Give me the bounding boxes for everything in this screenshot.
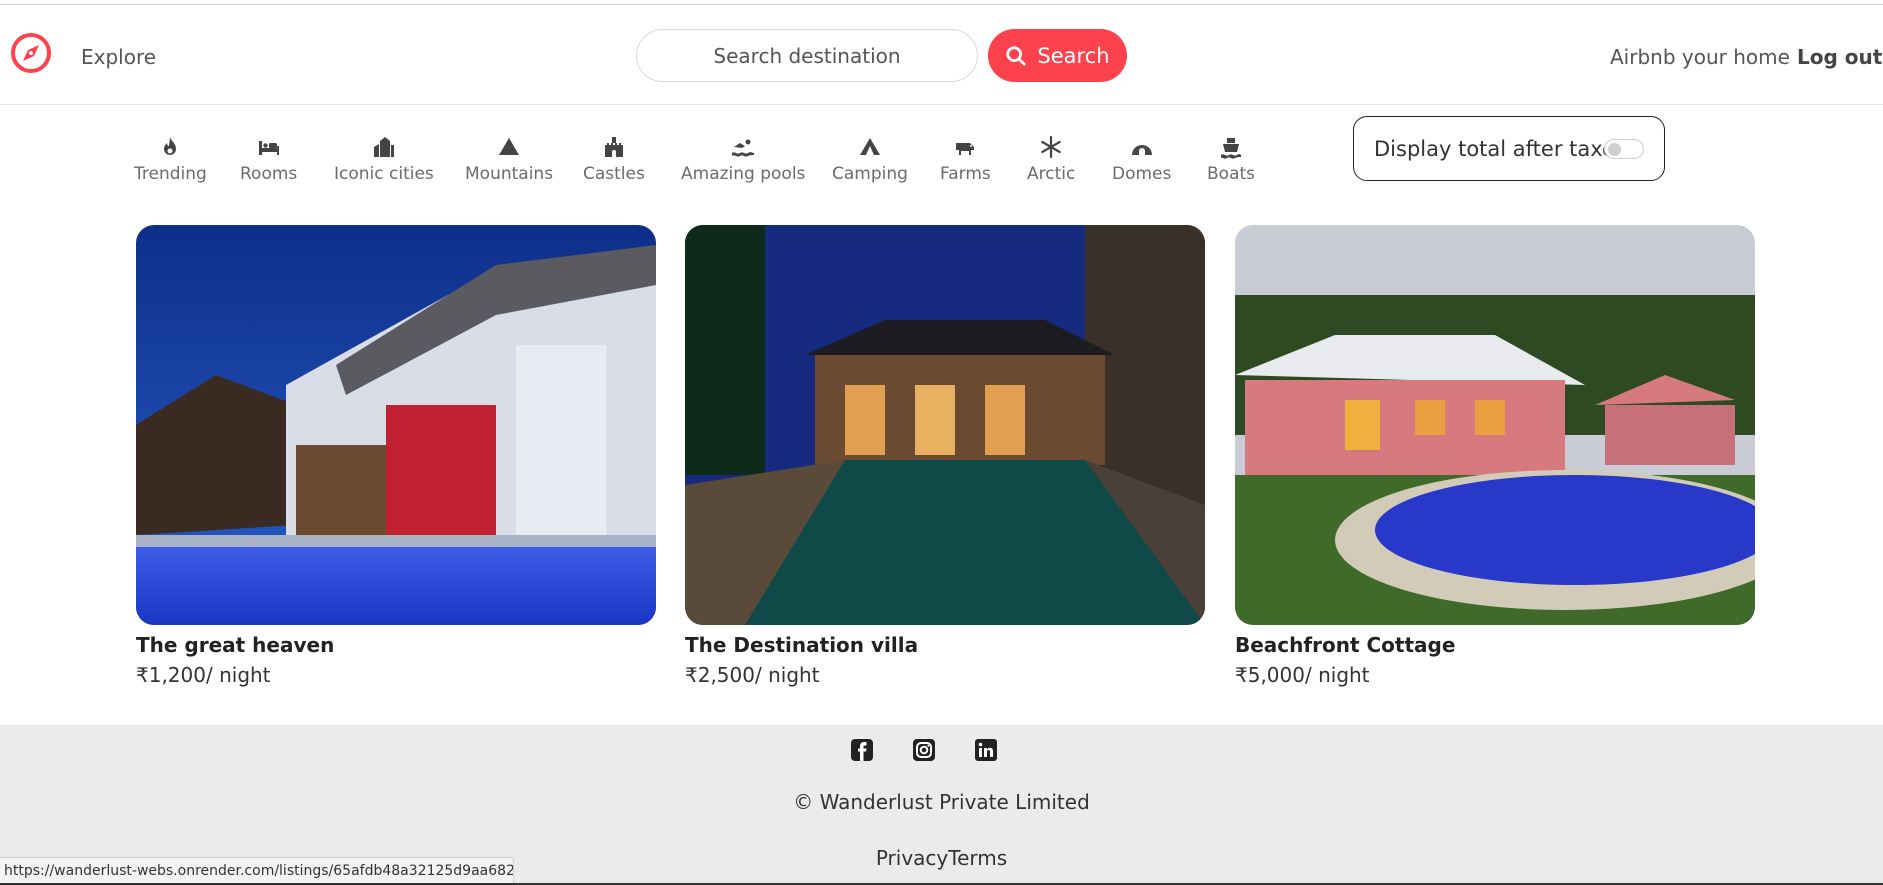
filter-label: Arctic	[1027, 164, 1076, 184]
listing-price: ₹1,200/ night	[136, 663, 656, 687]
status-bar-url: https://wanderlust-webs.onrender.com/lis…	[0, 857, 514, 885]
search-icon	[1006, 45, 1027, 66]
filter-label: Castles	[583, 164, 645, 184]
social-links	[850, 738, 998, 762]
copyright: © Wanderlust Private Limited	[793, 790, 1090, 814]
filter-camping[interactable]: Camping	[832, 134, 908, 184]
castle-icon	[601, 134, 627, 160]
logout-link[interactable]: Log out	[1797, 45, 1882, 69]
filter-arctic[interactable]: Arctic	[1027, 134, 1075, 184]
price-amount: ₹1,200	[136, 663, 206, 687]
person-swimming-icon	[730, 134, 756, 160]
filter-label: Amazing pools	[681, 164, 806, 184]
filter-label: Farms	[940, 164, 991, 184]
tax-toggle-label: Display total after taxes	[1374, 136, 1626, 161]
filter-amazing-pools[interactable]: Amazing pools	[681, 134, 805, 184]
listing-card[interactable]: The Destination villa ₹2,500/ night	[685, 225, 1205, 687]
search-input[interactable]: Search destination	[636, 29, 978, 82]
listing-price: ₹5,000/ night	[1235, 663, 1755, 687]
campground-icon	[857, 134, 883, 160]
filter-farms[interactable]: Farms	[940, 134, 991, 184]
filter-label: Boats	[1207, 164, 1256, 184]
facebook-icon[interactable]	[850, 738, 874, 762]
filter-trending[interactable]: Trending	[134, 134, 207, 184]
bed-icon	[256, 134, 282, 160]
city-icon	[371, 134, 397, 160]
cow-icon	[952, 134, 978, 160]
explore-link[interactable]: Explore	[81, 45, 156, 69]
ferry-icon	[1218, 134, 1244, 160]
filter-rooms[interactable]: Rooms	[240, 134, 297, 184]
listing-title: The Destination villa	[685, 633, 919, 657]
filter-label: Mountains	[465, 164, 554, 184]
search-button-label: Search	[1037, 43, 1110, 68]
listing-card[interactable]: Beachfront Cottage ₹5,000/ night	[1235, 225, 1755, 687]
airbnb-your-home-link[interactable]: Airbnb your home	[1610, 45, 1790, 69]
listing-card[interactable]: The great heaven ₹1,200/ night	[136, 225, 656, 687]
filter-iconic-cities[interactable]: Iconic cities	[334, 134, 434, 184]
listing-image[interactable]	[1235, 225, 1755, 625]
snowflake-icon	[1038, 134, 1064, 160]
price-amount: ₹2,500	[685, 663, 755, 687]
mountain-icon	[496, 134, 522, 160]
filter-label: Iconic cities	[334, 164, 434, 184]
terms-link[interactable]: Terms	[948, 846, 1007, 870]
instagram-icon[interactable]	[912, 738, 936, 762]
price-suffix: / night	[1304, 663, 1370, 687]
filter-castles[interactable]: Castles	[583, 134, 645, 184]
tax-switch[interactable]	[1604, 139, 1644, 159]
listing-image[interactable]	[136, 225, 656, 625]
listing-title: The great heaven	[136, 633, 335, 657]
compass-icon[interactable]	[10, 32, 52, 74]
linkedin-icon[interactable]	[974, 738, 998, 762]
navbar: Explore Search destination Search Airbnb…	[0, 5, 1883, 105]
price-amount: ₹5,000	[1235, 663, 1305, 687]
filter-boats[interactable]: Boats	[1207, 134, 1255, 184]
filter-label: Rooms	[240, 164, 298, 184]
price-suffix: / night	[754, 663, 820, 687]
search-button[interactable]: Search	[988, 29, 1127, 82]
tax-toggle[interactable]: Display total after taxes	[1353, 116, 1665, 181]
listing-image[interactable]	[685, 225, 1205, 625]
search-placeholder: Search destination	[713, 43, 901, 68]
fire-icon	[157, 134, 183, 160]
price-suffix: / night	[205, 663, 271, 687]
listing-title: Beachfront Cottage	[1235, 633, 1456, 657]
igloo-icon	[1129, 134, 1155, 160]
filter-mountains[interactable]: Mountains	[465, 134, 553, 184]
filter-label: Trending	[134, 164, 207, 184]
privacy-link[interactable]: Privacy	[876, 846, 948, 870]
listing-price: ₹2,500/ night	[685, 663, 1205, 687]
filter-label: Camping	[832, 164, 908, 184]
filter-label: Domes	[1112, 164, 1172, 184]
filter-domes[interactable]: Domes	[1112, 134, 1171, 184]
